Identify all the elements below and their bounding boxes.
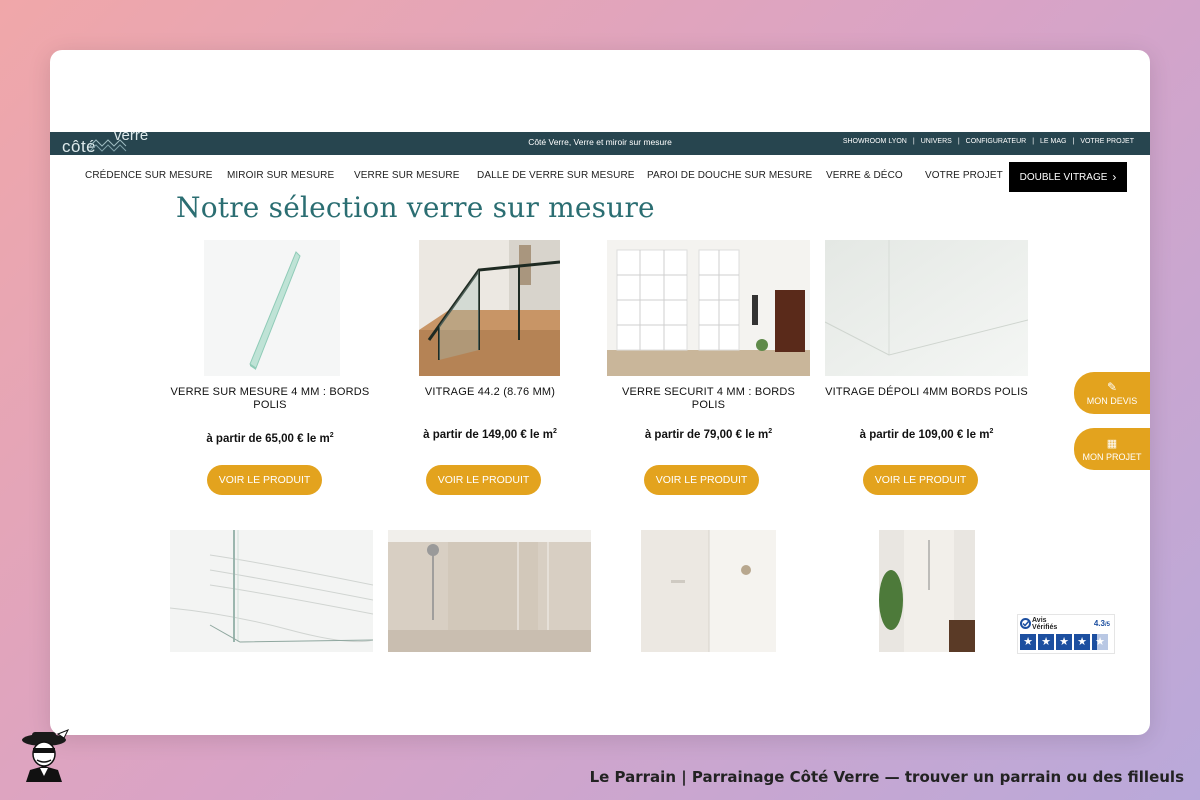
voir-produit-button[interactable]: VOIR LE PRODUIT (207, 465, 322, 495)
avis-verifies-logo-icon (1020, 618, 1031, 629)
page-title: Notre sélection verre sur mesure (176, 191, 655, 224)
price-unit: le m (966, 428, 990, 441)
avis-score: 4.3/5 (1094, 619, 1110, 628)
product-image[interactable] (419, 240, 560, 376)
product-price: à partir de 65,00 € le m2 (170, 432, 370, 445)
voir-produit-button[interactable]: VOIR LE PRODUIT (863, 465, 978, 495)
star-partial-icon: ★ (1092, 634, 1108, 650)
product-name[interactable]: VITRAGE DÉPOLI 4MM BORDS POLIS (825, 386, 1028, 399)
footer-caption: Le Parrain | Parrainage Côté Verre — tro… (589, 768, 1184, 786)
price-value: 65,00 € (265, 432, 304, 445)
product-name[interactable]: VERRE SUR MESURE 4 MM : BORDS POLIS (170, 386, 370, 412)
price-unit: le m (745, 428, 769, 441)
browser-page: côté verre Côté Verre, Verre et miroir s… (50, 50, 1150, 735)
calculator-icon: ▦ (1106, 437, 1118, 450)
star-icon: ★ (1056, 634, 1072, 650)
mon-devis-button[interactable]: ✎ MON DEVIS (1074, 372, 1150, 414)
product-image[interactable] (170, 530, 373, 652)
product-price: à partir de 149,00 € le m2 (390, 428, 590, 441)
product-image[interactable] (388, 530, 591, 652)
top-link-votre-projet[interactable]: VOTRE PROJET (1074, 138, 1140, 145)
avis-brand-line2: Vérifiés (1032, 624, 1058, 631)
price-value: 149,00 € (481, 428, 527, 441)
price-value: 109,00 € (918, 428, 964, 441)
voir-produit-button[interactable]: VOIR LE PRODUIT (644, 465, 759, 495)
top-link-le-mag[interactable]: LE MAG (1034, 138, 1072, 145)
avis-stars: ★ ★ ★ ★ ★ (1020, 634, 1108, 650)
product-price: à partir de 109,00 € le m2 (825, 428, 1028, 441)
le-parrain-mascot-icon (22, 729, 70, 782)
price-unit-sup: 2 (768, 428, 773, 435)
nav-item-dalle[interactable]: DALLE DE VERRE SUR MESURE (477, 170, 635, 181)
main-nav: CRÉDENCE SUR MESURE MIROIR SUR MESURE VE… (50, 162, 1150, 192)
product-name[interactable]: VITRAGE 44.2 (8.76 MM) (390, 386, 590, 399)
top-bar: côté verre Côté Verre, Verre et miroir s… (50, 128, 1150, 155)
top-links: SHOWROOM LYON | UNIVERS | CONFIGURATEUR … (837, 138, 1140, 145)
avis-brand-line1: Avis (1032, 617, 1047, 624)
price-unit-sup: 2 (329, 432, 334, 439)
double-vitrage-label: DOUBLE VITRAGE (1019, 171, 1108, 183)
nav-item-votre-projet[interactable]: VOTRE PROJET (925, 170, 1003, 181)
product-price: à partir de 79,00 € le m2 (607, 428, 810, 441)
nav-item-miroir[interactable]: MIROIR SUR MESURE (227, 170, 334, 181)
product-name[interactable]: VERRE SECURIT 4 MM : BORDS POLIS (607, 386, 810, 412)
mon-projet-button[interactable]: ▦ MON PROJET (1074, 428, 1150, 470)
avis-score-value: 4.3 (1093, 619, 1105, 628)
star-icon: ★ (1038, 634, 1054, 650)
star-icon: ★ (1074, 634, 1090, 650)
avis-verifies-badge[interactable]: Avis Vérifiés 4.3/5 ★ ★ ★ ★ ★ (1017, 614, 1115, 654)
product-image[interactable] (607, 240, 810, 376)
avis-score-max: /5 (1104, 622, 1110, 628)
product-image[interactable] (879, 530, 975, 652)
mon-projet-label: MON PROJET (1082, 451, 1142, 462)
product-image[interactable] (204, 240, 340, 376)
price-unit: le m (306, 432, 330, 445)
price-prefix: à partir de (859, 428, 916, 441)
top-link-showroom[interactable]: SHOWROOM LYON (837, 138, 913, 145)
product-image[interactable] (641, 530, 776, 652)
top-link-univers[interactable]: UNIVERS (915, 138, 958, 145)
price-prefix: à partir de (206, 432, 262, 445)
nav-item-verre-deco[interactable]: VERRE & DÉCO (826, 170, 903, 181)
chevron-right-icon: › (1112, 170, 1117, 184)
star-icon: ★ (1020, 634, 1036, 650)
pencil-icon: ✎ (1106, 380, 1118, 394)
price-prefix: à partir de (644, 428, 701, 441)
price-value: 79,00 € (703, 428, 743, 441)
nav-item-verre[interactable]: VERRE SUR MESURE (354, 170, 460, 181)
price-unit-sup: 2 (552, 428, 557, 435)
price-unit: le m (529, 428, 553, 441)
top-link-configurateur[interactable]: CONFIGURATEUR (960, 138, 1033, 145)
nav-item-credence[interactable]: CRÉDENCE SUR MESURE (85, 170, 212, 181)
mon-devis-label: MON DEVIS (1086, 396, 1138, 406)
price-prefix: à partir de (423, 428, 479, 441)
nav-item-paroi[interactable]: PAROI DE DOUCHE SUR MESURE (647, 170, 812, 181)
price-unit-sup: 2 (989, 428, 994, 435)
voir-produit-button[interactable]: VOIR LE PRODUIT (426, 465, 541, 495)
double-vitrage-button[interactable]: DOUBLE VITRAGE › (1009, 162, 1127, 192)
product-image[interactable] (825, 240, 1028, 376)
avis-brand: Avis Vérifiés (1032, 617, 1057, 631)
